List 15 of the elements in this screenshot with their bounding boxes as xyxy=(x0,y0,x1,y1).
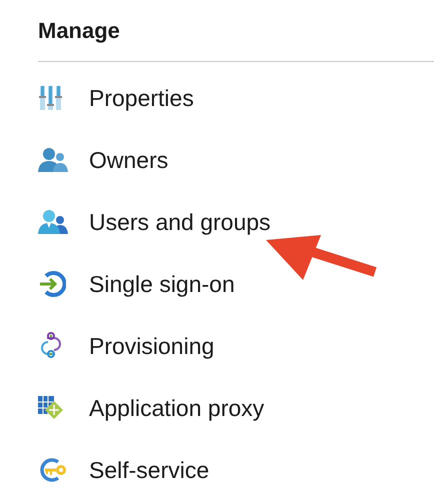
sign-in-icon xyxy=(38,270,66,298)
menu-item[interactable]: Properties xyxy=(88,84,194,112)
sync-icon xyxy=(38,332,64,360)
menu-item[interactable]: Application proxy xyxy=(88,394,264,422)
menu-item[interactable]: Single sign-on xyxy=(88,270,235,298)
users-icon xyxy=(38,210,68,234)
menu-item[interactable]: Self-service xyxy=(88,456,210,484)
people-icon xyxy=(38,148,68,172)
sliders-icon xyxy=(38,85,64,111)
menu-item[interactable]: Provisioning xyxy=(88,332,214,360)
grid-icon xyxy=(38,396,64,420)
menu-item[interactable]: Users and groups xyxy=(88,208,271,236)
menu-item[interactable]: Owners xyxy=(88,146,168,174)
section-title: Manage xyxy=(37,17,121,45)
key-icon xyxy=(38,457,68,483)
